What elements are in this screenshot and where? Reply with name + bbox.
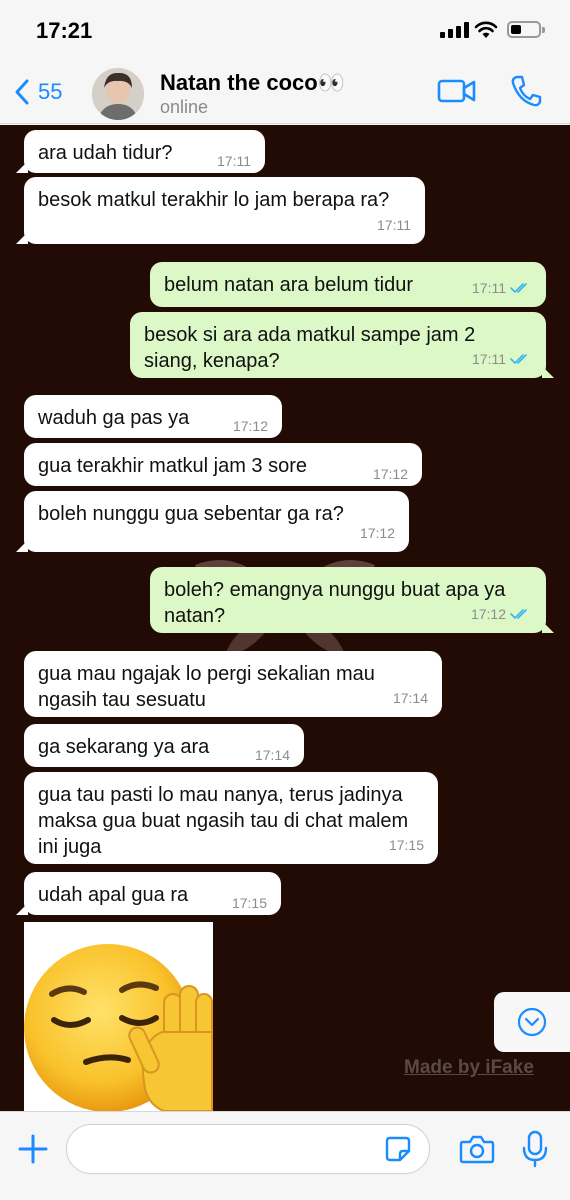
chevron-down-circle-icon [517, 1007, 547, 1037]
battery-icon [507, 21, 545, 38]
status-time: 17:21 [36, 18, 93, 43]
message-incoming[interactable]: besok matkul terakhir lo jam berapa ra? … [16, 177, 425, 244]
message-text: gua mau ngajak lo pergi sekalian mau nga… [38, 663, 375, 711]
phone-call-icon[interactable] [510, 74, 542, 108]
chevron-left-icon [15, 79, 29, 105]
message-incoming[interactable]: ga sekarang ya ara 17:14 [24, 724, 304, 767]
message-text: ga sekarang ya ara [38, 736, 210, 758]
unread-count: 55 [38, 79, 63, 104]
message-text: waduh ga pas ya [38, 407, 190, 429]
message-time: 17:15 [231, 895, 267, 911]
double-check-icon [510, 354, 527, 365]
message-time: 17:15 [388, 837, 424, 853]
message-text: gua tau pasti lo mau nanya, terus jadiny… [38, 784, 409, 858]
message-time: 17:12 [359, 525, 395, 541]
watermark: Made by iFake [404, 1057, 534, 1078]
message-text: boleh nunggu gua sebentar ga ra? [38, 503, 344, 525]
input-bar [0, 1111, 570, 1200]
double-check-icon [510, 609, 527, 620]
contact-status: online [160, 97, 209, 117]
message-incoming[interactable]: gua terakhir matkul jam 3 sore 17:12 [24, 443, 422, 486]
sticker-message[interactable] [24, 922, 213, 1111]
message-text: besok si ara ada matkul sampe jam 2 sian… [144, 324, 476, 372]
message-text: boleh? emangnya nunggu buat apa ya natan… [164, 579, 506, 627]
message-incoming[interactable]: gua tau pasti lo mau nanya, terus jadiny… [24, 772, 438, 864]
back-button[interactable]: 55 [14, 78, 62, 106]
message-text: besok matkul terakhir lo jam berapa ra? [38, 189, 390, 211]
microphone-icon[interactable] [522, 1130, 548, 1168]
message-text: gua terakhir matkul jam 3 sore [38, 455, 308, 477]
sticker-icon[interactable] [385, 1136, 411, 1162]
message-time: 17:11 [217, 153, 251, 169]
message-time: 17:11 [377, 217, 411, 233]
message-incoming[interactable]: udah apal gua ra 17:15 [16, 872, 281, 915]
message-outgoing[interactable]: besok si ara ada matkul sampe jam 2 sian… [130, 312, 554, 378]
message-time: 17:14 [392, 690, 428, 706]
message-time: 17:11 [472, 280, 506, 296]
pensive-face-raised-hand-icon [24, 944, 213, 1111]
message-time: 17:11 [472, 351, 506, 367]
camera-icon[interactable] [459, 1134, 495, 1164]
message-time: 17:12 [232, 418, 268, 434]
message-incoming[interactable]: ara udah tidur? 17:11 [16, 130, 265, 173]
message-outgoing[interactable]: belum natan ara belum tidur 17:11 [150, 262, 546, 307]
message-text: belum natan ara belum tidur [164, 274, 414, 296]
chat-area[interactable]: ara udah tidur? 17:11 besok matkul terak… [0, 125, 570, 1111]
message-text: ara udah tidur? [38, 142, 173, 164]
signal-icon [440, 22, 470, 38]
video-call-icon[interactable] [437, 76, 477, 106]
scroll-to-bottom-button[interactable] [494, 992, 570, 1052]
wifi-icon [474, 21, 498, 38]
message-incoming[interactable]: waduh ga pas ya 17:12 [24, 395, 282, 438]
message-outgoing[interactable]: boleh? emangnya nunggu buat apa ya natan… [150, 567, 554, 633]
plus-icon[interactable] [16, 1132, 50, 1166]
status-bar: 17:21 [0, 0, 570, 60]
message-time: 17:14 [254, 747, 290, 763]
chat-header: 55 Natan the coco👀 online [0, 60, 570, 124]
message-time: 17:12 [470, 606, 506, 622]
avatar[interactable] [92, 68, 144, 120]
double-check-icon [510, 283, 527, 294]
contact-name[interactable]: Natan the coco👀 [160, 70, 345, 96]
message-time: 17:12 [372, 466, 408, 482]
message-text: udah apal gua ra [38, 884, 189, 906]
message-input[interactable] [66, 1124, 430, 1174]
message-incoming[interactable]: gua mau ngajak lo pergi sekalian mau nga… [24, 651, 442, 717]
message-incoming[interactable]: boleh nunggu gua sebentar ga ra? 17:12 [16, 491, 409, 552]
